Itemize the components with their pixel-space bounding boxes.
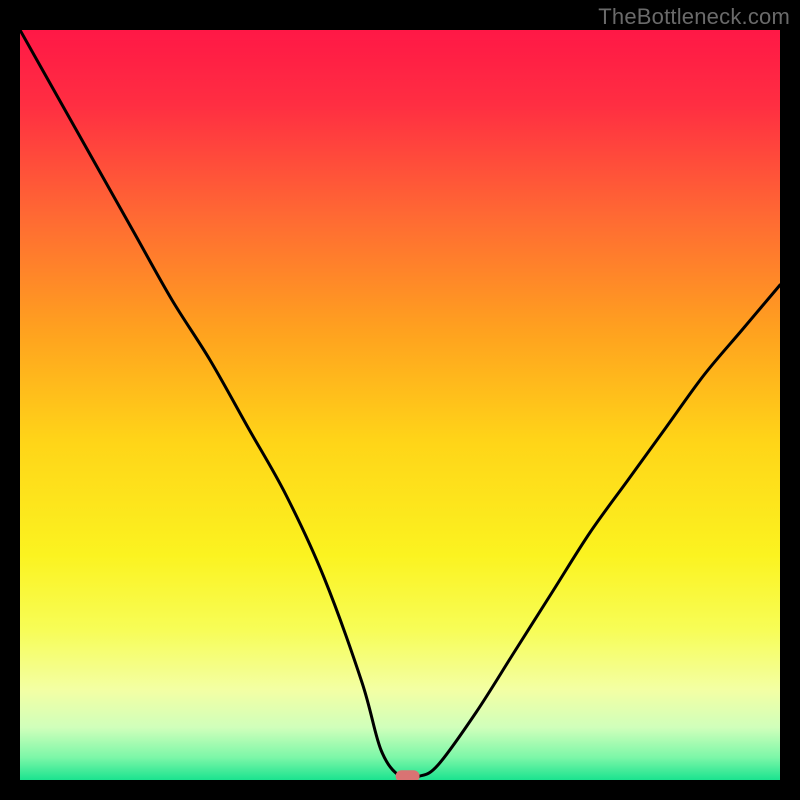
watermark-text: TheBottleneck.com: [598, 4, 790, 30]
optimal-point-marker: [396, 770, 420, 780]
gradient-background: [20, 30, 780, 780]
bottleneck-chart: [20, 30, 780, 780]
chart-frame: TheBottleneck.com: [0, 0, 800, 800]
plot-area: [20, 30, 780, 780]
